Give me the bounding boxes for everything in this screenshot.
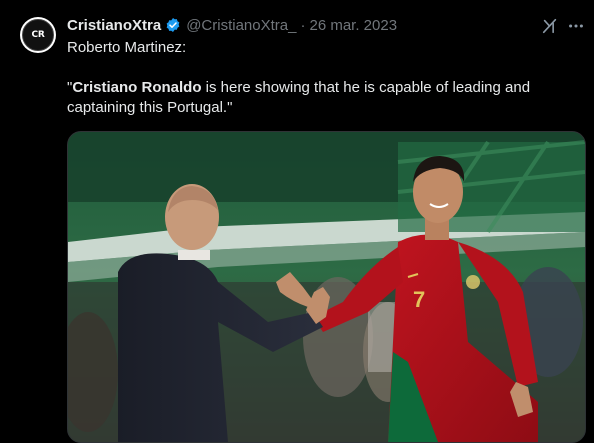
tweet-line-1: Roberto Martinez: bbox=[67, 39, 187, 56]
avatar-logo-text: CR bbox=[31, 30, 45, 40]
tweet-photo[interactable]: 7 bbox=[67, 131, 586, 443]
tweet-quote: "Cristiano Ronaldo is here showing that … bbox=[67, 78, 567, 118]
verified-badge-icon bbox=[165, 17, 181, 33]
more-horizontal-icon[interactable] bbox=[566, 16, 586, 36]
tweet-card[interactable]: CR CristianoXtra @CristianoXtra_ · 26 ma… bbox=[0, 0, 594, 443]
author-display-name[interactable]: CristianoXtra bbox=[67, 17, 161, 34]
header-separator: · bbox=[300, 16, 306, 34]
author-avatar[interactable]: CR bbox=[20, 17, 56, 53]
tweet-header: CristianoXtra @CristianoXtra_ · 26 mar. … bbox=[67, 14, 397, 36]
author-handle[interactable]: @CristianoXtra_ bbox=[186, 17, 296, 34]
grok-icon[interactable] bbox=[540, 16, 560, 36]
avatar-logo: CR bbox=[22, 19, 54, 51]
tweet-text: Roberto Martinez: "Cristiano Ronaldo is … bbox=[67, 38, 567, 118]
tweet-date[interactable]: 26 mar. 2023 bbox=[309, 17, 397, 34]
jersey-number: 7 bbox=[413, 287, 425, 312]
photo-illustration: 7 bbox=[68, 132, 585, 442]
quote-bold-name: Cristiano Ronaldo bbox=[72, 79, 202, 96]
